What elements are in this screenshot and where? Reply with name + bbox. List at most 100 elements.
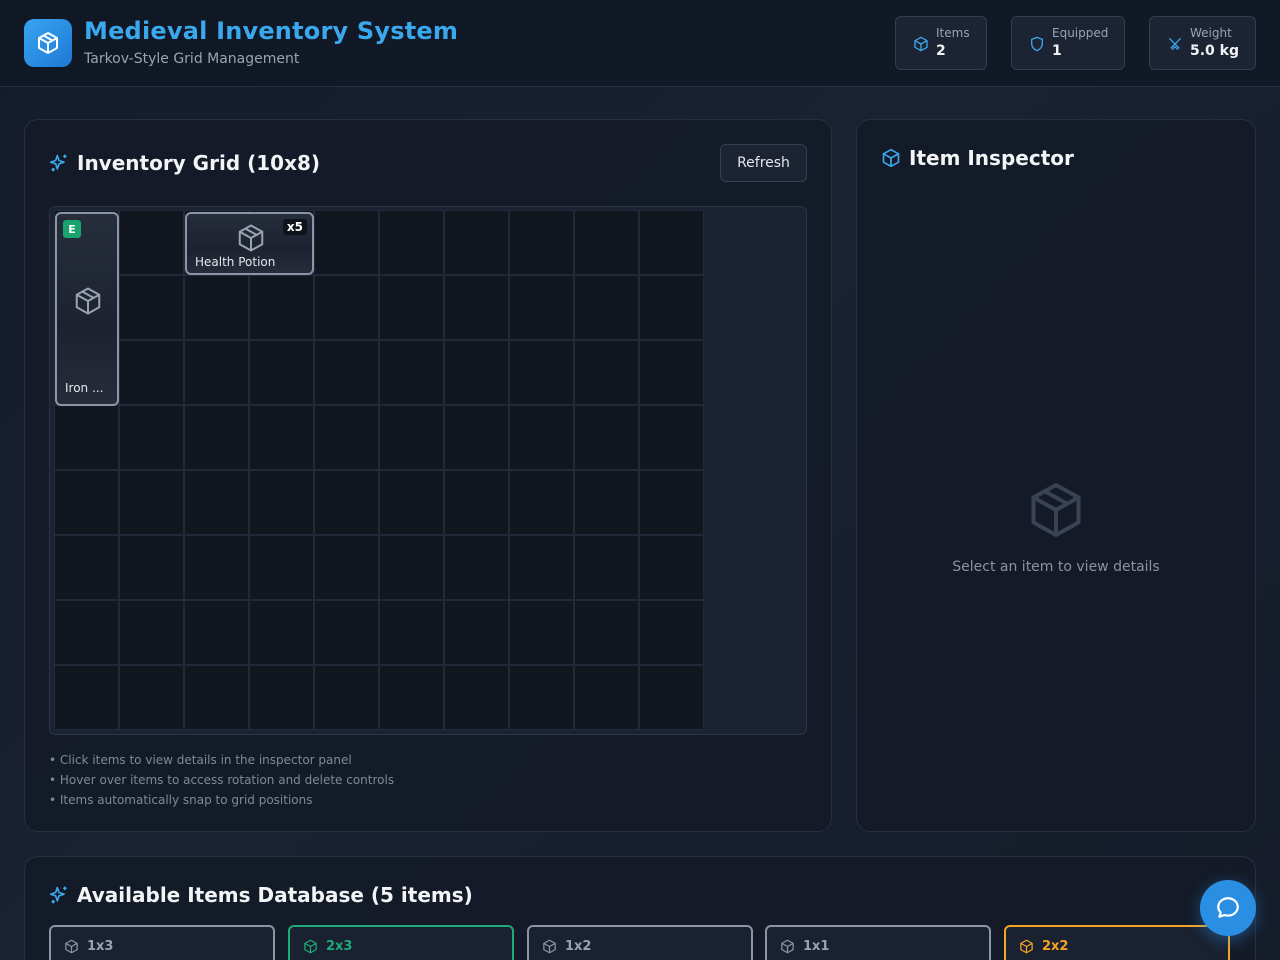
grid-cell[interactable] — [54, 405, 119, 470]
grid-cell[interactable] — [314, 275, 379, 340]
grid-cell[interactable] — [444, 535, 509, 600]
grid-cell[interactable] — [574, 600, 639, 665]
grid-cell[interactable] — [379, 600, 444, 665]
grid-cell[interactable] — [639, 275, 704, 340]
grid-cell[interactable] — [249, 405, 314, 470]
database-item-card[interactable]: 2x2 — [1004, 925, 1230, 960]
grid-cell[interactable] — [314, 665, 379, 730]
box-icon — [882, 148, 900, 168]
inspector-panel — [856, 119, 1256, 832]
grid-cell[interactable] — [509, 275, 574, 340]
grid-cell[interactable] — [574, 275, 639, 340]
grid-cell[interactable] — [444, 600, 509, 665]
grid-cell[interactable] — [444, 275, 509, 340]
refresh-button[interactable]: Refresh — [720, 144, 807, 182]
tip-text: • Items automatically snap to grid posit… — [49, 793, 313, 807]
grid-cell[interactable] — [54, 665, 119, 730]
database-item-card[interactable]: 2x3 — [288, 925, 514, 960]
grid-cell[interactable] — [574, 210, 639, 275]
stat-label: Items — [936, 26, 970, 40]
grid-cell[interactable] — [119, 665, 184, 730]
grid-cell[interactable] — [54, 600, 119, 665]
grid-cell[interactable] — [249, 665, 314, 730]
shield-icon — [1031, 36, 1043, 52]
grid-cell[interactable] — [54, 535, 119, 600]
grid-cell[interactable] — [639, 600, 704, 665]
grid-cell[interactable] — [54, 470, 119, 535]
grid-cell[interactable] — [379, 340, 444, 405]
grid-cell[interactable] — [314, 210, 379, 275]
box-icon — [65, 939, 78, 954]
grid-cell[interactable] — [379, 470, 444, 535]
box-icon — [781, 939, 794, 954]
database-item-card[interactable]: 1x2 — [527, 925, 753, 960]
grid-cell[interactable] — [444, 470, 509, 535]
grid-cell[interactable] — [639, 340, 704, 405]
item-size-label: 2x3 — [326, 939, 353, 954]
grid-cell[interactable] — [249, 600, 314, 665]
grid-cell[interactable] — [509, 535, 574, 600]
database-item-card[interactable]: 1x3 — [49, 925, 275, 960]
grid-cell[interactable] — [444, 665, 509, 730]
grid-cell[interactable] — [314, 340, 379, 405]
grid-cell[interactable] — [184, 340, 249, 405]
grid-cell[interactable] — [509, 600, 574, 665]
grid-cell[interactable] — [314, 470, 379, 535]
grid-cell[interactable] — [379, 535, 444, 600]
grid-cell[interactable] — [184, 600, 249, 665]
equipped-badge: E — [63, 220, 81, 238]
grid-cell[interactable] — [119, 405, 184, 470]
grid-cell[interactable] — [509, 665, 574, 730]
grid-cell[interactable] — [639, 665, 704, 730]
inventory-grid[interactable] — [54, 210, 704, 730]
inventory-item-iron[interactable]: E Iron ... — [55, 212, 119, 406]
grid-cell[interactable] — [639, 210, 704, 275]
grid-cell[interactable] — [249, 470, 314, 535]
grid-cell[interactable] — [184, 665, 249, 730]
grid-cell[interactable] — [184, 535, 249, 600]
grid-cell[interactable] — [314, 535, 379, 600]
stat-value: 1 — [1052, 43, 1062, 59]
grid-cell[interactable] — [379, 405, 444, 470]
grid-cell[interactable] — [574, 340, 639, 405]
database-item-card[interactable]: 1x1 — [765, 925, 991, 960]
grid-cell[interactable] — [184, 275, 249, 340]
app-subtitle: Tarkov-Style Grid Management — [84, 51, 300, 67]
grid-cell[interactable] — [119, 470, 184, 535]
grid-cell[interactable] — [119, 535, 184, 600]
grid-cell[interactable] — [119, 275, 184, 340]
box-icon — [75, 287, 101, 315]
grid-cell[interactable] — [249, 535, 314, 600]
inventory-item-health-potion[interactable]: x5 Health Potion — [185, 212, 314, 275]
box-icon — [38, 32, 58, 54]
grid-cell[interactable] — [574, 535, 639, 600]
grid-cell[interactable] — [184, 405, 249, 470]
grid-cell[interactable] — [119, 600, 184, 665]
grid-cell[interactable] — [509, 470, 574, 535]
chat-button[interactable] — [1200, 880, 1256, 936]
grid-cell[interactable] — [639, 470, 704, 535]
grid-cell[interactable] — [509, 210, 574, 275]
grid-cell[interactable] — [574, 665, 639, 730]
grid-cell[interactable] — [574, 470, 639, 535]
quantity-badge: x5 — [282, 219, 307, 235]
grid-cell[interactable] — [444, 405, 509, 470]
grid-cell[interactable] — [119, 210, 184, 275]
grid-cell[interactable] — [639, 535, 704, 600]
grid-cell[interactable] — [314, 405, 379, 470]
grid-cell[interactable] — [639, 405, 704, 470]
app-title: Medieval Inventory System — [84, 17, 459, 45]
grid-cell[interactable] — [509, 340, 574, 405]
grid-cell[interactable] — [379, 665, 444, 730]
grid-cell[interactable] — [314, 600, 379, 665]
grid-cell[interactable] — [379, 275, 444, 340]
grid-cell[interactable] — [249, 340, 314, 405]
grid-cell[interactable] — [119, 340, 184, 405]
grid-cell[interactable] — [509, 405, 574, 470]
grid-cell[interactable] — [379, 210, 444, 275]
grid-cell[interactable] — [444, 340, 509, 405]
grid-cell[interactable] — [444, 210, 509, 275]
grid-cell[interactable] — [184, 470, 249, 535]
grid-cell[interactable] — [249, 275, 314, 340]
grid-cell[interactable] — [574, 405, 639, 470]
